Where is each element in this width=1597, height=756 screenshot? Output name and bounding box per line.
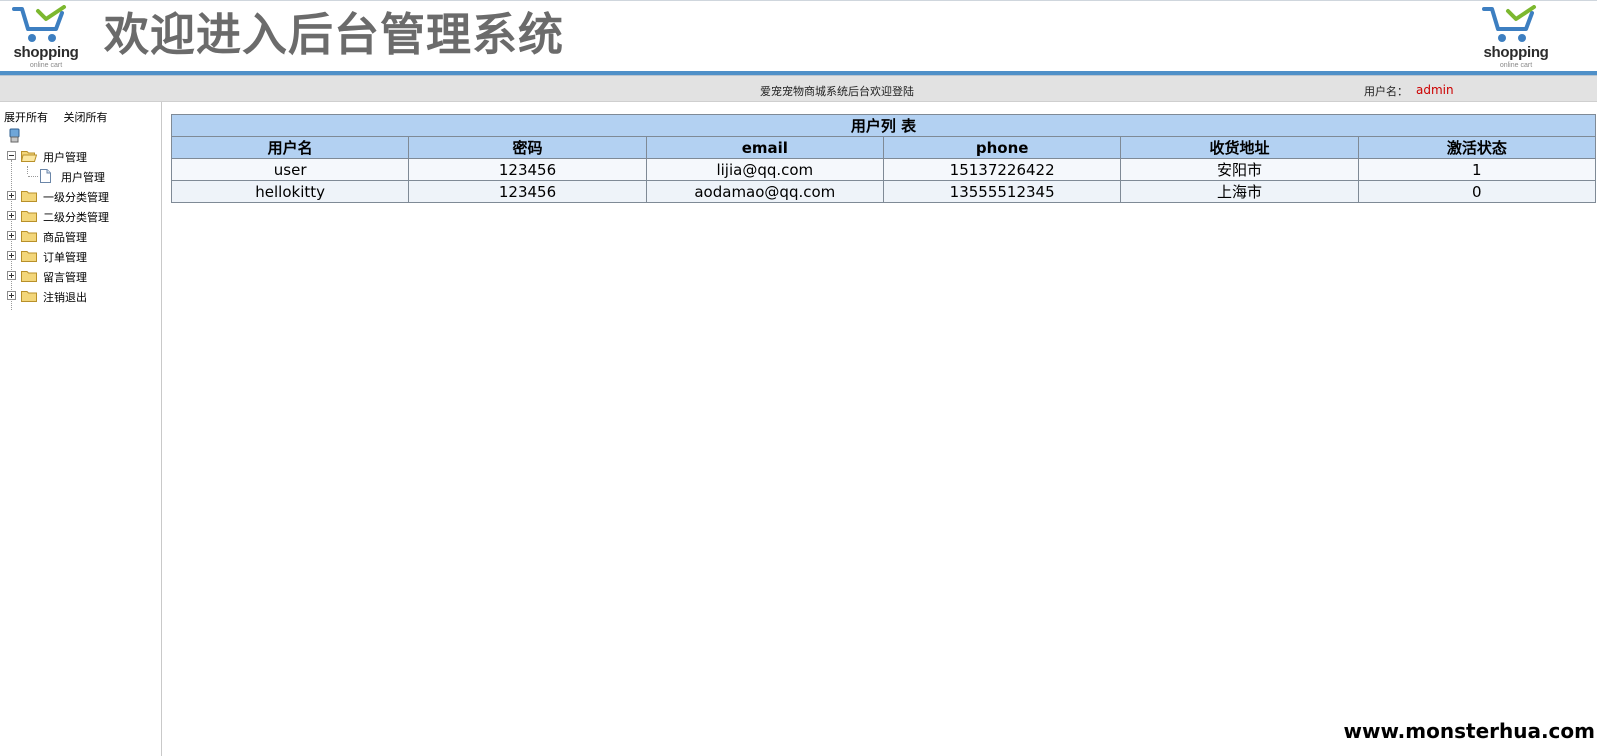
welcome-text: 爱宠宠物商城系统后台欢迎登陆 xyxy=(760,85,914,98)
table-caption-row: 用户列 表 xyxy=(171,114,1596,137)
logo-subtext: online cart xyxy=(1499,62,1533,69)
watermark: www.monsterhua.com xyxy=(1339,716,1597,746)
collapse-toggle-icon[interactable] xyxy=(7,151,16,160)
sidebar-item-label: 商品管理 xyxy=(43,231,87,244)
logo-text: shopping xyxy=(1483,44,1549,61)
sidebar-item-label: 留言管理 xyxy=(43,271,87,284)
cart-icon xyxy=(1482,5,1536,42)
cell-status: 1 xyxy=(1357,158,1597,181)
table-caption: 用户列 表 xyxy=(171,114,1596,137)
cell-username: hellokitty xyxy=(170,180,410,203)
column-header-email: email xyxy=(645,136,884,159)
cell-phone: 13555512345 xyxy=(882,180,1122,203)
folder-icon xyxy=(21,271,37,282)
shopping-cart-logo-right: shopping online cart xyxy=(1478,5,1554,69)
user-list-table: 用户列 表 用户名 密码 email phone 收货地址 激活状态 user … xyxy=(170,114,1597,203)
cell-username: user xyxy=(170,158,410,181)
expand-all-link[interactable]: 展开所有 xyxy=(4,111,48,124)
column-header-password: 密码 xyxy=(408,136,647,159)
tree-controls: 展开所有 关闭所有 xyxy=(4,109,120,125)
logo-text: shopping xyxy=(13,44,79,61)
status-bar: 爱宠宠物商城系统后台欢迎登陆 用户名： admin xyxy=(0,75,1597,102)
sidebar-item-label: 一级分类管理 xyxy=(43,191,109,204)
cell-email: aodamao@qq.com xyxy=(645,180,884,203)
cell-address: 安阳市 xyxy=(1120,158,1359,181)
username-value: admin xyxy=(1416,83,1454,97)
main-content: 用户列 表 用户名 密码 email phone 收货地址 激活状态 user … xyxy=(170,114,1597,203)
expand-toggle-icon[interactable] xyxy=(7,191,16,200)
expand-toggle-icon[interactable] xyxy=(7,291,16,300)
cell-status: 0 xyxy=(1357,180,1597,203)
cell-phone: 15137226422 xyxy=(882,158,1122,181)
sidebar-item-products[interactable]: 商品管理 xyxy=(0,226,160,246)
expand-toggle-icon[interactable] xyxy=(7,271,16,280)
cell-address: 上海市 xyxy=(1120,180,1359,203)
cart-icon xyxy=(12,5,66,42)
sidebar-item-logout[interactable]: 注销退出 xyxy=(0,286,160,306)
expand-toggle-icon[interactable] xyxy=(7,211,16,220)
folder-icon xyxy=(21,291,37,302)
nav-tree: 用户管理 用户管理 一级分类管理 二级分类管理 商品管理 订单管理 留言管理 注… xyxy=(0,146,160,310)
folder-open-icon xyxy=(21,151,37,162)
folder-icon xyxy=(21,251,37,262)
sidebar-subitem-user-management[interactable]: 用户管理 xyxy=(0,166,160,186)
tree-guide-line xyxy=(28,176,38,177)
cell-email: lijia@qq.com xyxy=(645,158,884,181)
table-row: hellokitty 123456 aodamao@qq.com 1355551… xyxy=(170,180,1597,203)
sidebar: 展开所有 关闭所有 用户管理 用户管理 一级分类管理 二级分类管理 商品管理 订… xyxy=(0,102,162,756)
computer-icon[interactable] xyxy=(8,128,22,144)
username-label: 用户名： xyxy=(1364,85,1408,98)
sidebar-item-label: 订单管理 xyxy=(43,251,87,264)
shopping-cart-logo: shopping online cart xyxy=(8,5,84,69)
sidebar-item-category-level2[interactable]: 二级分类管理 xyxy=(0,206,160,226)
column-header-phone: phone xyxy=(882,136,1122,159)
cell-password: 123456 xyxy=(408,180,647,203)
column-header-address: 收货地址 xyxy=(1120,136,1359,159)
folder-icon xyxy=(21,191,37,202)
logo-subtext: online cart xyxy=(29,62,63,69)
sidebar-item-messages[interactable]: 留言管理 xyxy=(0,266,160,286)
expand-toggle-icon[interactable] xyxy=(7,251,16,260)
expand-toggle-icon[interactable] xyxy=(7,231,16,240)
collapse-all-link[interactable]: 关闭所有 xyxy=(64,111,108,124)
sidebar-item-category-level1[interactable]: 一级分类管理 xyxy=(0,186,160,206)
sidebar-item-label: 注销退出 xyxy=(43,291,87,304)
sidebar-subitem-label: 用户管理 xyxy=(61,171,105,184)
cell-password: 123456 xyxy=(408,158,647,181)
sidebar-item-user-management[interactable]: 用户管理 xyxy=(0,146,160,174)
column-header-username: 用户名 xyxy=(170,136,410,159)
sidebar-item-label: 用户管理 xyxy=(43,151,87,164)
sidebar-item-orders[interactable]: 订单管理 xyxy=(0,246,160,266)
folder-icon xyxy=(21,211,37,222)
table-row: user 123456 lijia@qq.com 15137226422 安阳市… xyxy=(170,158,1597,181)
document-icon xyxy=(40,169,51,183)
table-header-row: 用户名 密码 email phone 收货地址 激活状态 xyxy=(170,136,1597,159)
header: shopping online cart 欢迎进入后台管理系统 shopping… xyxy=(0,0,1597,72)
column-header-status: 激活状态 xyxy=(1357,136,1597,159)
folder-icon xyxy=(21,231,37,242)
sidebar-item-label: 二级分类管理 xyxy=(43,211,109,224)
page-title: 欢迎进入后台管理系统 xyxy=(104,8,565,61)
